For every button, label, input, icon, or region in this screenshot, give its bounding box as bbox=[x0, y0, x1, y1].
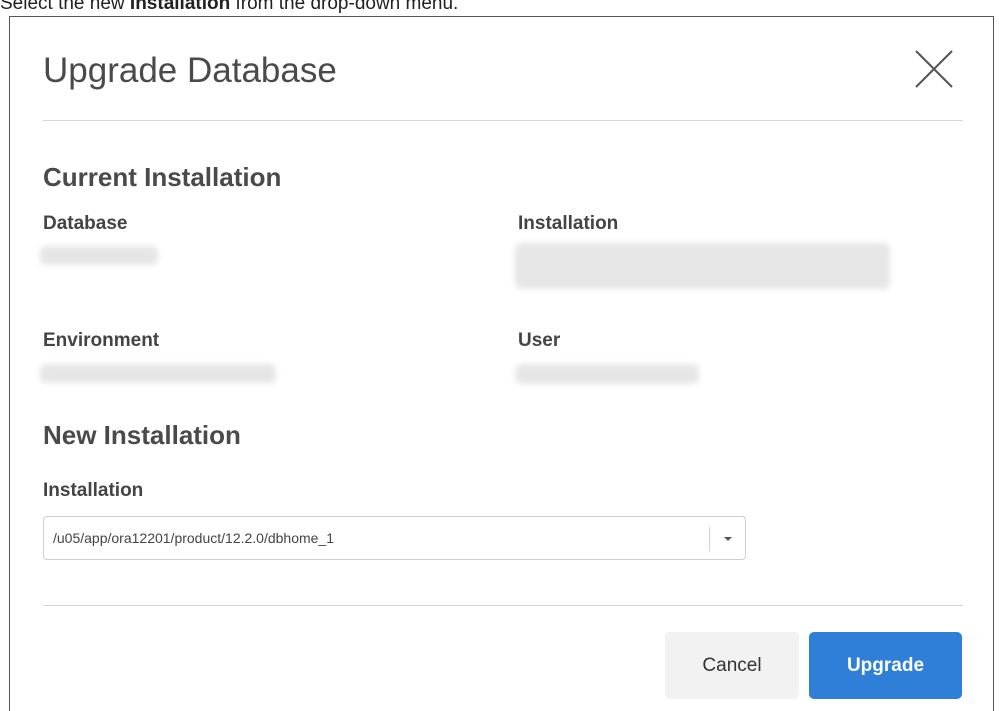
database-value-redacted bbox=[40, 246, 158, 265]
environment-value-redacted bbox=[40, 364, 276, 383]
upgrade-button[interactable]: Upgrade bbox=[809, 632, 962, 699]
new-installation-heading: New Installation bbox=[43, 420, 241, 450]
cancel-button[interactable]: Cancel bbox=[665, 632, 799, 699]
select-separator bbox=[709, 527, 710, 551]
database-label: Database bbox=[43, 213, 128, 234]
page: Select the new Installation from the dro… bbox=[0, 0, 999, 711]
instruction-bold: Installation bbox=[129, 0, 231, 14]
environment-label: Environment bbox=[43, 330, 160, 351]
header-divider bbox=[43, 120, 963, 121]
installation-select-value: /u05/app/ora12201/product/12.2.0/dbhome_… bbox=[53, 530, 335, 546]
instruction-text: Select the new Installation from the dro… bbox=[0, 0, 458, 15]
footer-divider bbox=[43, 605, 963, 606]
installation-select[interactable]: /u05/app/ora12201/product/12.2.0/dbhome_… bbox=[43, 516, 746, 560]
instruction-prefix: Select the new bbox=[0, 0, 130, 14]
upgrade-database-dialog: Upgrade Database Current Installation Da… bbox=[9, 16, 994, 711]
installation-label: Installation bbox=[518, 213, 619, 234]
instruction-suffix: from the drop-down menu. bbox=[230, 0, 459, 14]
user-label: User bbox=[518, 330, 561, 351]
user-value-redacted bbox=[515, 364, 699, 384]
close-icon[interactable] bbox=[912, 47, 956, 91]
chevron-down-icon[interactable] bbox=[724, 537, 732, 541]
dialog-title: Upgrade Database bbox=[43, 51, 337, 90]
current-installation-heading: Current Installation bbox=[43, 162, 282, 192]
new-installation-label: Installation bbox=[43, 480, 144, 501]
installation-value-redacted bbox=[515, 243, 890, 289]
